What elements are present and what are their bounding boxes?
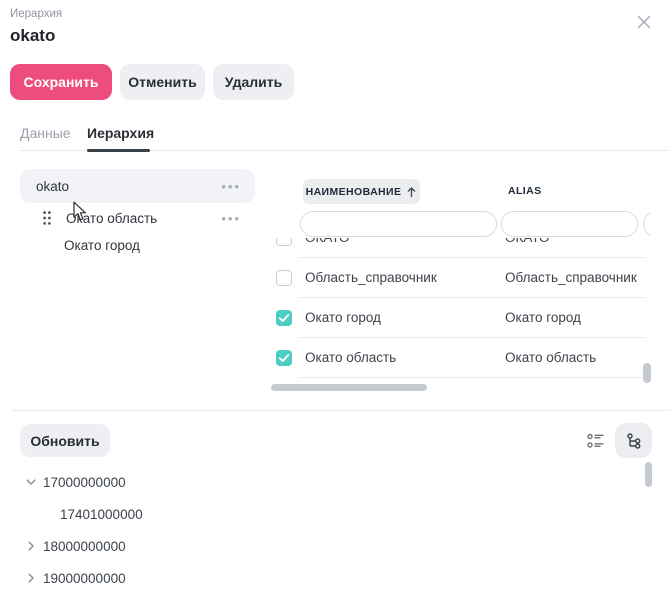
- save-button[interactable]: Сохранить: [10, 64, 112, 100]
- section-divider: [12, 410, 670, 411]
- dialog-section-label: Иерархия: [10, 8, 62, 20]
- cell-alias: Окато область: [505, 350, 596, 365]
- table-body: ОКАТООКАТООбласть_справочникОбласть_спра…: [270, 238, 646, 378]
- checkbox-unchecked[interactable]: [276, 238, 292, 246]
- hierarchy-root-node[interactable]: okato •••: [20, 169, 255, 203]
- tree-node[interactable]: 18000000000: [20, 530, 620, 562]
- page-title: okato: [10, 26, 55, 46]
- active-tab-underline: [87, 149, 150, 152]
- delete-button[interactable]: Удалить: [213, 64, 294, 100]
- column-header-name[interactable]: НАИМЕНОВАНИЕ: [303, 179, 420, 204]
- chevron-right-icon[interactable]: [24, 539, 38, 553]
- more-options-icon[interactable]: •••: [221, 180, 241, 193]
- tab-data[interactable]: Данные: [20, 125, 71, 141]
- cell-alias: Область_справочник: [505, 270, 637, 285]
- drag-handle-icon[interactable]: [42, 210, 52, 226]
- table-row[interactable]: Окато город Окато город: [270, 298, 646, 338]
- tree-node-label: 18000000000: [43, 539, 126, 554]
- tab-hierarchy[interactable]: Иерархия: [87, 125, 154, 141]
- cell-alias: ОКАТО: [505, 238, 549, 245]
- more-options-icon[interactable]: •••: [221, 212, 241, 225]
- refresh-button[interactable]: Обновить: [20, 424, 110, 457]
- cell-alias: Окато город: [505, 310, 581, 325]
- checkbox-unchecked[interactable]: [276, 270, 292, 286]
- tree-node-label: 17401000000: [60, 507, 143, 522]
- tree-node[interactable]: 17401000000: [20, 498, 620, 530]
- column-header-alias[interactable]: ALIAS: [508, 185, 542, 197]
- tree-view-button-active[interactable]: [615, 423, 652, 458]
- table-row[interactable]: Область_справочник Область_справочник: [270, 258, 646, 298]
- hierarchy-node-label: Окато область: [66, 211, 221, 226]
- bottom-vertical-scrollbar[interactable]: [645, 462, 652, 487]
- tree-node[interactable]: 19000000000: [20, 562, 620, 594]
- cell-name: ОКАТО: [305, 238, 349, 245]
- tree-node[interactable]: 17000000000: [20, 466, 620, 498]
- list-view-icon[interactable]: [586, 431, 606, 451]
- tree-node-label: 17000000000: [43, 475, 126, 490]
- hierarchy-node-gorod[interactable]: Окато город: [64, 238, 140, 253]
- table-row[interactable]: ОКАТО ОКАТО: [270, 238, 646, 258]
- row-separator: [298, 377, 646, 378]
- chevron-right-icon[interactable]: [24, 571, 38, 585]
- table-row[interactable]: Окато область Окато область: [270, 338, 646, 378]
- cancel-button[interactable]: Отменить: [120, 64, 205, 100]
- table-horizontal-scrollbar[interactable]: [271, 384, 427, 391]
- tree-node-label: 19000000000: [43, 571, 126, 586]
- alias-filter-input[interactable]: [501, 211, 638, 237]
- close-icon[interactable]: [633, 12, 655, 34]
- checkbox-checked[interactable]: [276, 350, 292, 366]
- okato-codes-tree: 17000000000 17401000000 18000000000 1900000…: [20, 466, 620, 594]
- table-vertical-scrollbar[interactable]: [643, 363, 651, 383]
- name-filter-input[interactable]: [300, 211, 497, 237]
- hierarchy-node-oblast[interactable]: Окато область •••: [20, 203, 255, 233]
- tree-view-icon: [625, 432, 643, 450]
- chevron-down-icon[interactable]: [24, 475, 38, 489]
- hierarchy-root-label: okato: [36, 179, 221, 194]
- cell-name: Окато город: [305, 310, 381, 325]
- cell-name: Область_справочник: [305, 270, 437, 285]
- checkbox-checked[interactable]: [276, 310, 292, 326]
- sort-ascending-icon: [406, 186, 417, 198]
- cell-name: Окато область: [305, 350, 396, 365]
- clipped-filter-input: [643, 211, 651, 237]
